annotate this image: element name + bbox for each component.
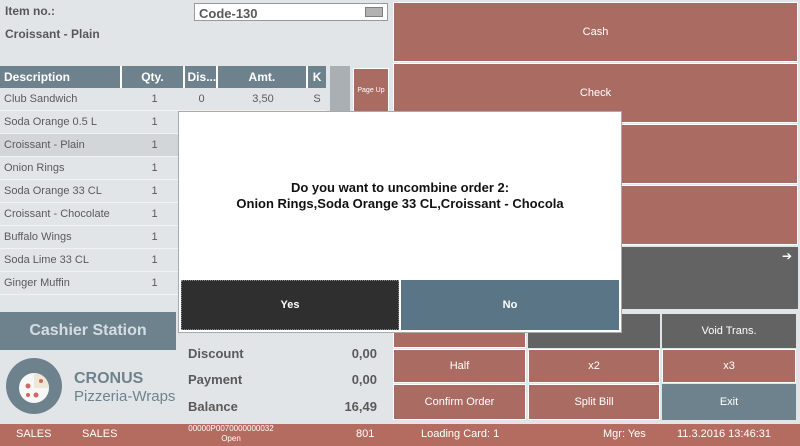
- dialog-message-line2: Onion Rings,Soda Orange 33 CL,Croissant …: [236, 196, 564, 211]
- dialog-message: Do you want to uncombine order 2: Onion …: [179, 180, 621, 212]
- no-button[interactable]: No: [401, 280, 619, 330]
- uncombine-dialog: Do you want to uncombine order 2: Onion …: [178, 111, 622, 333]
- dialog-message-line1: Do you want to uncombine order 2:: [290, 180, 510, 195]
- yes-button[interactable]: Yes: [181, 280, 399, 330]
